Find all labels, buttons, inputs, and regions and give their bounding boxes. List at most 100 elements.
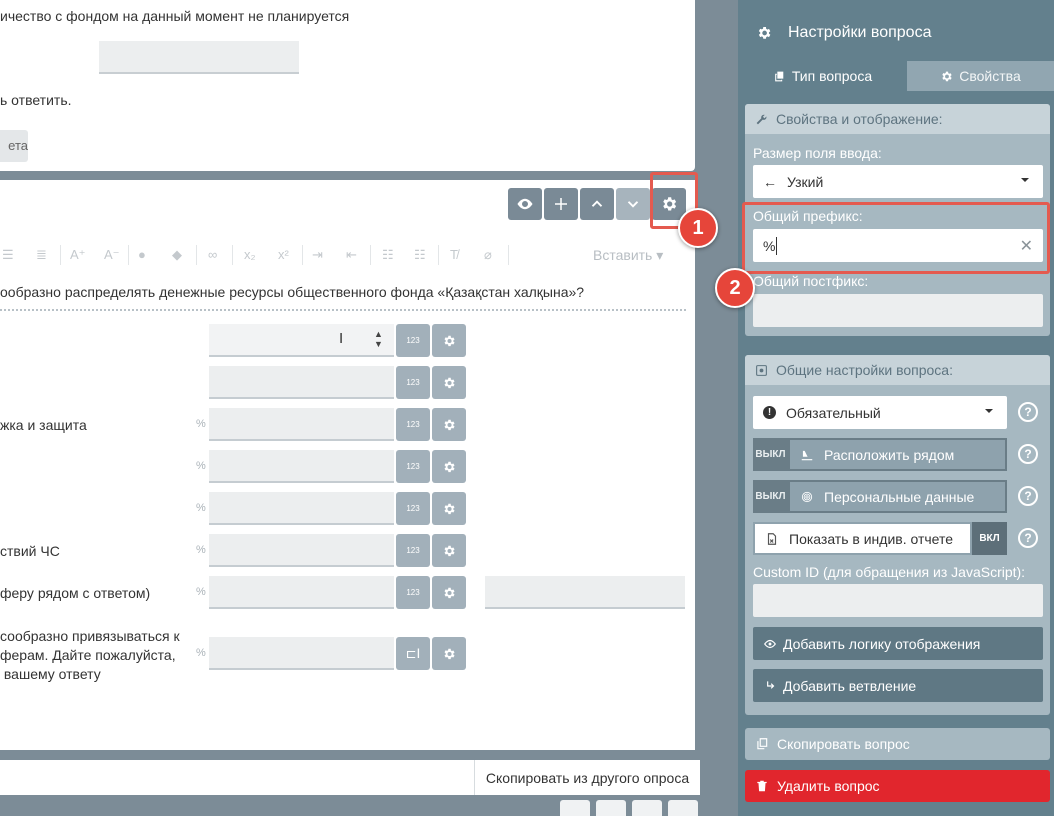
help-icon[interactable]: ? [1018, 444, 1038, 464]
required-select[interactable]: ! Обязательный [753, 396, 1007, 429]
answer-settings-button[interactable] [432, 576, 466, 609]
other-answer-input[interactable] [485, 576, 685, 609]
answer-settings-button[interactable] [432, 492, 466, 525]
gear-icon [444, 377, 455, 388]
preview-button[interactable] [508, 188, 542, 220]
help-icon[interactable]: ? [1018, 486, 1038, 506]
answer-input[interactable]: I ▲ ▼ [209, 324, 394, 357]
personal-data-toggle[interactable]: ВЫКЛ Персональные данные [753, 480, 1007, 513]
subscript-icon[interactable]: x₂ [244, 247, 256, 262]
bullet-list-icon[interactable]: ☷ [382, 247, 394, 263]
fill-icon[interactable]: ◆ [172, 247, 182, 263]
answer-input[interactable] [209, 408, 394, 441]
bottom-bar: Скопировать из другого опроса [0, 760, 700, 795]
delete-question-button[interactable]: Удалить вопрос [745, 770, 1050, 802]
previous-question-text: ичество с фондом на данный момент не пла… [0, 8, 350, 24]
outdent-icon[interactable]: ⇤ [346, 247, 357, 263]
indent-icon[interactable]: ⇥ [312, 247, 323, 263]
answer-settings-button[interactable] [432, 637, 466, 670]
prefix-label: % [196, 544, 206, 556]
gear-icon [942, 71, 952, 81]
align-full-icon[interactable]: ≣ [36, 247, 47, 263]
copy-question-button[interactable]: Скопировать вопрос [745, 728, 1050, 760]
insert-dropdown[interactable]: Вставить ▾ [593, 247, 663, 264]
tab-question-type[interactable]: Тип вопроса [738, 61, 907, 91]
text-cursor-icon: I [339, 330, 344, 347]
side-by-side-toggle[interactable]: ВЫКЛ Расположить рядом [753, 438, 1007, 471]
answer-input[interactable] [209, 534, 394, 567]
survey-canvas: ичество с фондом на данный момент не пла… [0, 0, 738, 816]
numbered-list-icon[interactable]: ☷ [414, 247, 426, 263]
answer-settings-button[interactable] [432, 450, 466, 483]
gear-icon[interactable] [668, 800, 698, 816]
answer-input[interactable] [209, 492, 394, 525]
number-type-button[interactable]: 123 [396, 408, 430, 441]
number-type-button[interactable]: 123 [396, 324, 430, 357]
answer-settings-button[interactable] [432, 408, 466, 441]
move-up-button[interactable] [580, 188, 614, 220]
answer-settings-button[interactable] [432, 366, 466, 399]
gear-icon [444, 419, 455, 430]
number-type-button[interactable]: 123 [396, 576, 430, 609]
answer-label: ствий ЧС [0, 543, 60, 559]
show-in-report-toggle[interactable]: Показать в индив. отчете ВКЛ [753, 522, 1007, 555]
font-increase-icon[interactable]: A⁺ [70, 247, 86, 263]
help-icon[interactable]: ? [1018, 528, 1038, 548]
number-type-button[interactable]: 123 [396, 450, 430, 483]
answer-input[interactable] [209, 576, 394, 609]
custom-id-input[interactable] [753, 584, 1043, 617]
gear-icon [444, 461, 455, 472]
rich-text-toolbar: ☰ ≣ A⁺ A⁻ ● ◆ ∞ x₂ x² ⇥ ⇤ ☷ ☷ T̸ ⌀ Встав… [0, 235, 690, 275]
previous-answer-input[interactable] [99, 41, 299, 74]
spinner-icon[interactable]: ▲ ▼ [374, 329, 383, 349]
palette-icon[interactable]: ● [138, 247, 146, 262]
text-type-button[interactable]: ⊏Ⅰ [396, 637, 430, 670]
answer-input[interactable] [209, 366, 394, 399]
panel-tabs: Тип вопроса Свойства [738, 61, 1054, 91]
answer-row: феру рядом с ответом)% 123 [0, 576, 695, 610]
answer-input[interactable] [209, 450, 394, 483]
question-title[interactable]: ообразно распределять денежные ресурсы о… [0, 284, 584, 300]
toggle-on-label: ВКЛ [972, 522, 1007, 555]
gear-icon [444, 587, 455, 598]
copy-from-other-survey-button[interactable]: Скопировать из другого опроса [474, 760, 700, 795]
properties-section-header[interactable]: Свойства и отображение: [745, 104, 1050, 134]
font-decrease-icon[interactable]: A⁻ [104, 247, 120, 263]
tab-properties[interactable]: Свойства [907, 61, 1054, 91]
previous-question-button[interactable]: ета [0, 130, 28, 162]
show-in-report-label: Показать в индив. отчете [753, 522, 972, 555]
settings-square-icon [756, 364, 767, 376]
postfix-input[interactable] [753, 294, 1043, 327]
answer-settings-button[interactable] [432, 324, 466, 357]
personal-data-label: Персональные данные [788, 480, 1007, 513]
add-button[interactable] [544, 188, 578, 220]
answer-label: феру рядом с ответом) [0, 585, 151, 601]
callout-badge-2: 2 [715, 268, 755, 308]
add-display-logic-button[interactable]: Добавить логику отображения [753, 627, 1043, 660]
add-branching-button[interactable]: Добавить ветвление [753, 669, 1043, 702]
postfix-label: Общий постфикс: [753, 273, 869, 289]
answer-settings-button[interactable] [432, 534, 466, 567]
exclamation-icon: ! [763, 406, 776, 419]
help-icon[interactable]: ? [1018, 402, 1038, 422]
gear-icon [758, 26, 771, 39]
gear-icon [444, 648, 455, 659]
eye-icon[interactable] [560, 800, 590, 816]
number-type-button[interactable]: 123 [396, 366, 430, 399]
superscript-icon[interactable]: x² [278, 247, 289, 262]
answer-input[interactable] [209, 637, 394, 670]
input-size-select[interactable]: ← Узкий [753, 165, 1043, 198]
move-down-button[interactable] [616, 188, 650, 220]
chevron-up-icon [591, 200, 603, 207]
clear-format-icon[interactable]: T̸ [450, 247, 458, 262]
number-type-button[interactable]: 123 [396, 534, 430, 567]
previous-question-card: ичество с фондом на данный момент не пла… [0, 0, 695, 171]
number-type-button[interactable]: 123 [396, 492, 430, 525]
link-icon[interactable]: ∞ [208, 247, 217, 262]
copy-icon[interactable] [632, 800, 662, 816]
unlink-icon[interactable]: ⌀ [484, 247, 492, 263]
general-settings-header[interactable]: Общие настройки вопроса: [745, 355, 1050, 385]
answer-label: жка и защита [0, 417, 87, 433]
document-icon[interactable] [596, 800, 626, 816]
align-justify-icon[interactable]: ☰ [2, 247, 14, 263]
